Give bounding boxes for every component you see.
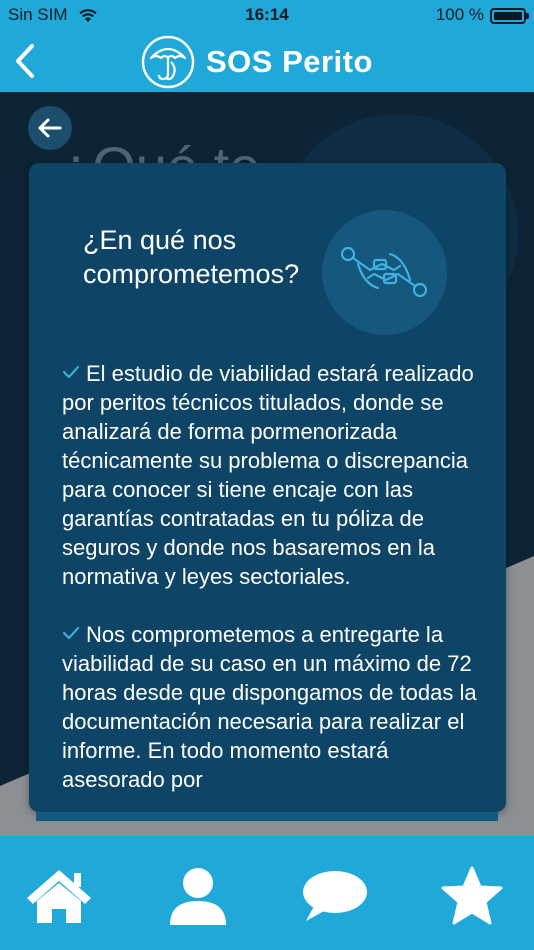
card-body: El estudio de viabilidad estará realizad… [62, 359, 492, 812]
tab-profile[interactable] [163, 864, 233, 928]
umbrella-logo-icon [141, 35, 195, 89]
app-title: SOS Perito [206, 44, 373, 79]
tab-home[interactable] [24, 864, 94, 928]
commitment-paragraph: El estudio de viabilidad estará realizad… [62, 359, 492, 591]
commitment-card[interactable]: ¿En qué nos comprometemos? El estudio de… [29, 163, 506, 812]
battery-icon [490, 8, 529, 24]
status-bar: Sin SIM 16:14 100 % [0, 0, 534, 30]
chevron-left-icon[interactable] [10, 42, 40, 80]
chat-icon [303, 871, 367, 921]
home-icon [27, 870, 91, 923]
star-icon [441, 866, 503, 925]
background-back-button[interactable] [28, 106, 72, 150]
handshake-icon [340, 246, 428, 298]
commitment-paragraph: Nos comprometemos a entregarte la viabil… [62, 620, 492, 794]
nav-bar: SOS Perito [0, 30, 534, 92]
arrow-left-icon [38, 118, 62, 138]
check-icon [63, 627, 79, 639]
tab-favorites[interactable] [437, 864, 507, 928]
battery-percentage: 100 % [435, 5, 484, 24]
paragraph-text: Nos comprometemos a entregarte la viabil… [62, 622, 477, 792]
paragraph-text: El estudio de viabilidad estará realizad… [62, 361, 474, 589]
tab-bar [0, 836, 534, 950]
tab-messages[interactable] [300, 864, 370, 928]
card-bottom-edge [36, 812, 498, 821]
card-heading: ¿En qué nos comprometemos? [83, 225, 300, 289]
user-icon [170, 868, 226, 925]
check-icon [63, 366, 79, 378]
